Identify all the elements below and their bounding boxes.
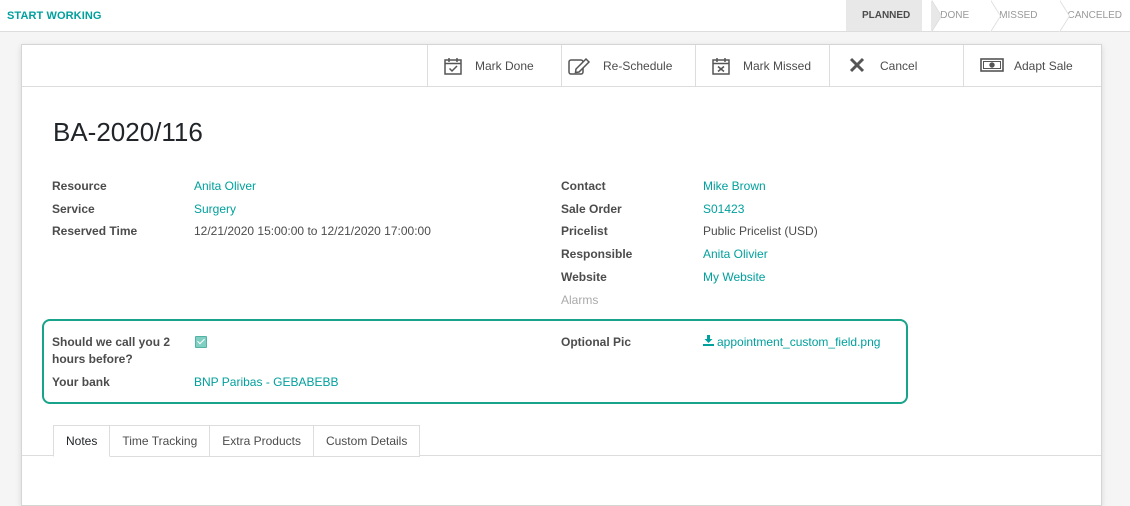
tab-time-tracking[interactable]: Time Tracking bbox=[110, 425, 211, 457]
stage-pipeline: PLANNED DONE MISSED CANCELED bbox=[845, 0, 1130, 32]
reserved-time-label: Reserved Time bbox=[52, 224, 138, 238]
pricelist-value[interactable]: Public Pricelist (USD) bbox=[703, 224, 818, 238]
form-sheet: Mark Done Re-Schedule Mark Missed Cancel… bbox=[21, 44, 1102, 506]
calendar-check-icon bbox=[443, 56, 465, 76]
sale-order-label: Sale Order bbox=[561, 202, 622, 216]
call-before-checkbox[interactable] bbox=[195, 336, 207, 348]
action-bar: Mark Done Re-Schedule Mark Missed Cancel… bbox=[22, 45, 1101, 87]
edit-icon bbox=[567, 56, 593, 76]
resource-label: Resource bbox=[52, 179, 107, 193]
bank-label: Your bank bbox=[52, 375, 110, 389]
download-icon bbox=[703, 335, 714, 349]
record-title: BA-2020/116 bbox=[53, 117, 203, 147]
pricelist-label: Pricelist bbox=[561, 224, 608, 238]
tab-extra-products[interactable]: Extra Products bbox=[210, 425, 314, 457]
service-label: Service bbox=[52, 202, 95, 216]
responsible-label: Responsible bbox=[561, 247, 633, 261]
stage-planned[interactable]: PLANNED bbox=[845, 0, 943, 32]
bank-value[interactable]: BNP Paribas - GEBABEBB bbox=[194, 375, 339, 389]
adapt-sale-label: Adapt Sale bbox=[1014, 58, 1073, 73]
start-working-button[interactable]: START WORKING bbox=[7, 10, 102, 22]
tab-custom-details[interactable]: Custom Details bbox=[313, 425, 421, 457]
custom-fields-highlight bbox=[42, 319, 908, 404]
status-bar: START WORKING PLANNED DONE MISSED CANCEL… bbox=[0, 0, 1130, 32]
contact-label: Contact bbox=[561, 179, 606, 193]
cancel-label: Cancel bbox=[880, 58, 918, 73]
stage-done-label: DONE bbox=[940, 10, 970, 21]
call-before-label-line1: Should we call you 2 bbox=[52, 335, 171, 349]
stage-planned-label: PLANNED bbox=[861, 10, 911, 21]
contact-value[interactable]: Mike Brown bbox=[703, 179, 766, 193]
website-value[interactable]: My Website bbox=[703, 270, 765, 284]
stage-canceled-label: CANCELED bbox=[1067, 10, 1122, 21]
tab-notes[interactable]: Notes bbox=[53, 425, 111, 457]
mark-done-label: Mark Done bbox=[475, 58, 534, 73]
calendar-x-icon bbox=[711, 56, 733, 76]
stage-missed-label: MISSED bbox=[999, 10, 1038, 21]
sale-order-value[interactable]: S01423 bbox=[703, 202, 744, 216]
reschedule-label: Re-Schedule bbox=[603, 58, 673, 73]
service-value[interactable]: Surgery bbox=[194, 202, 236, 216]
website-label: Website bbox=[561, 270, 607, 284]
mark-missed-label: Mark Missed bbox=[743, 58, 812, 73]
cancel-button[interactable]: Cancel bbox=[829, 45, 964, 86]
resource-value[interactable]: Anita Oliver bbox=[194, 179, 256, 193]
alarms-label: Alarms bbox=[561, 293, 599, 307]
notebook-tabs: Notes Time Tracking Extra Products Custo… bbox=[53, 425, 421, 457]
call-before-label-line2: hours before? bbox=[52, 352, 133, 366]
optional-pic-download[interactable]: appointment_custom_field.png bbox=[703, 335, 880, 349]
responsible-value[interactable]: Anita Olivier bbox=[703, 247, 768, 261]
money-icon bbox=[980, 56, 1004, 76]
reschedule-button[interactable]: Re-Schedule bbox=[561, 45, 696, 86]
reserved-time-value[interactable]: 12/21/2020 15:00:00 to 12/21/2020 17:00:… bbox=[194, 224, 431, 238]
optional-pic-filename: appointment_custom_field.png bbox=[717, 335, 881, 349]
mark-done-button[interactable]: Mark Done bbox=[427, 45, 562, 86]
optional-pic-label: Optional Pic bbox=[561, 335, 632, 349]
close-icon bbox=[848, 56, 870, 76]
adapt-sale-button[interactable]: Adapt Sale bbox=[963, 45, 1102, 86]
mark-missed-button[interactable]: Mark Missed bbox=[695, 45, 830, 86]
